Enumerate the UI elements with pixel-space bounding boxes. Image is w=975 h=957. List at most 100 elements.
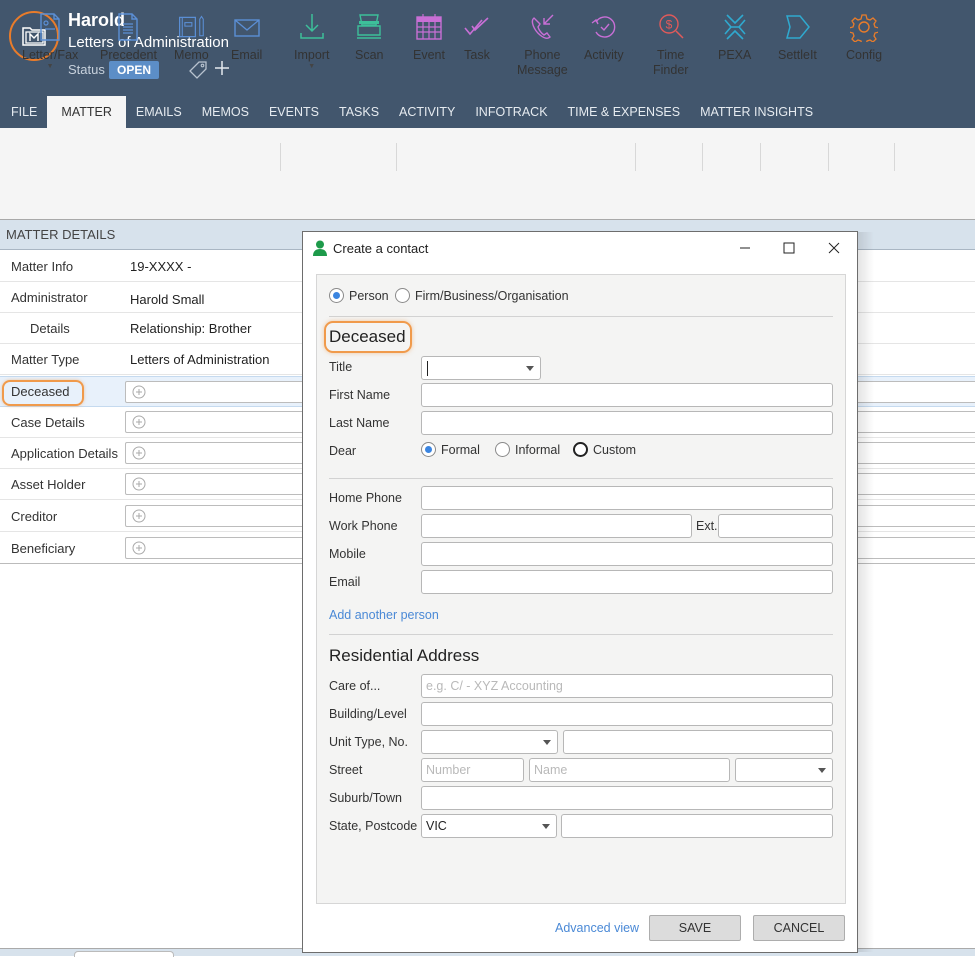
add-another-person-link[interactable]: Add another person	[329, 608, 439, 622]
memo-label: Memo	[174, 48, 209, 62]
ribbon-separator	[702, 143, 703, 171]
pexa-label: PEXA	[718, 48, 752, 62]
radio-dear-custom[interactable]: Custom	[573, 442, 636, 457]
settleit-button[interactable]: SettleIt	[778, 12, 817, 63]
divider	[329, 478, 833, 479]
phone-message-label: Phone Message	[517, 48, 568, 78]
time-finder-label-line1: Time	[657, 48, 685, 62]
bottom-tab[interactable]	[74, 951, 174, 957]
mobile-label: Mobile	[329, 547, 366, 561]
cancel-button[interactable]: CANCEL	[753, 915, 845, 941]
radio-firm[interactable]: Firm/Business/Organisation	[395, 288, 569, 303]
event-button[interactable]: Event	[413, 12, 445, 63]
street-number-input[interactable]: Number	[421, 758, 524, 782]
plus-circle-icon	[132, 509, 146, 523]
email-button[interactable]: Email	[231, 12, 262, 63]
save-button[interactable]: SAVE	[649, 915, 741, 941]
section-address-title: Residential Address	[329, 646, 480, 665]
tab-matter-insights[interactable]: MATTER INSIGHTS	[690, 96, 823, 128]
task-button[interactable]: Task	[463, 12, 491, 63]
tab-memos[interactable]: MEMOS	[192, 96, 259, 128]
title-label: Title	[329, 360, 353, 374]
home-phone-input[interactable]	[421, 486, 833, 510]
unit-type-select[interactable]	[421, 730, 558, 754]
memo-button[interactable]: Memo	[174, 12, 209, 63]
close-button[interactable]	[822, 238, 846, 258]
first-name-label: First Name	[329, 388, 391, 402]
suburb-input[interactable]	[421, 786, 833, 810]
section-deceased-title: Deceased	[329, 327, 406, 346]
detail-value: Relationship: Brother	[130, 321, 252, 336]
minimize-button[interactable]	[733, 238, 757, 258]
state-select[interactable]: VIC	[421, 814, 557, 838]
advanced-view-link[interactable]: Advanced view	[555, 921, 639, 935]
radio-label: Formal	[441, 442, 480, 457]
ribbon-separator	[280, 143, 281, 171]
mobile-input[interactable]	[421, 542, 833, 566]
street-name-input[interactable]: Name	[529, 758, 730, 782]
phone-message-label-line2: Message	[517, 63, 568, 77]
precedent-button[interactable]: Precedent	[100, 12, 157, 63]
task-label: Task	[464, 48, 490, 62]
add-tag-icon[interactable]	[213, 59, 231, 77]
contact-form: Person Firm/Business/Organisation Deceas…	[316, 274, 846, 904]
pexa-button[interactable]: PEXA	[718, 12, 751, 63]
radio-dear-informal[interactable]: Informal	[495, 442, 560, 457]
tab-infotrack[interactable]: INFOTRACK	[465, 96, 557, 128]
tag-icon[interactable]	[188, 60, 208, 80]
tab-activity[interactable]: ACTIVITY	[389, 96, 465, 128]
phone-message-button[interactable]: Phone Message	[517, 12, 568, 78]
radio-dot-selected	[421, 442, 436, 457]
ext-input[interactable]	[718, 514, 833, 538]
building-input[interactable]	[421, 702, 833, 726]
unit-label: Unit Type, No.	[329, 735, 408, 749]
plus-circle-icon	[132, 415, 146, 429]
unit-number-input[interactable]	[563, 730, 833, 754]
first-name-input[interactable]	[421, 383, 833, 407]
postcode-input[interactable]	[561, 814, 833, 838]
activity-button[interactable]: Activity	[584, 12, 624, 63]
tab-tasks[interactable]: TASKS	[329, 96, 389, 128]
street-type-select[interactable]	[735, 758, 833, 782]
time-finder-button[interactable]: $ Time Finder	[653, 12, 688, 78]
work-phone-input[interactable]	[421, 514, 692, 538]
ribbon-toolbar	[0, 128, 975, 220]
letter-fax-button[interactable]: Letter/Fax ▼	[22, 12, 78, 71]
activity-label: Activity	[584, 48, 624, 62]
detail-key: Matter Type	[11, 352, 80, 367]
radio-dear-formal[interactable]: Formal	[421, 442, 480, 457]
detail-value: Harold Small	[130, 292, 205, 307]
letter-icon	[40, 13, 60, 41]
settleit-arrow-icon	[786, 15, 811, 39]
status-badge[interactable]: OPEN	[109, 61, 160, 79]
tab-matter[interactable]: MATTER	[47, 96, 126, 128]
detail-key: Creditor	[11, 509, 58, 524]
detail-key: Deceased	[11, 384, 70, 399]
time-finder-label-line2: Finder	[653, 63, 689, 77]
import-label: Import	[294, 48, 330, 62]
detail-key: Details	[30, 321, 70, 336]
last-name-input[interactable]	[421, 411, 833, 435]
radio-label: Custom	[593, 442, 637, 457]
maximize-button[interactable]	[777, 238, 801, 258]
scanner-icon	[357, 14, 382, 39]
care-of-input[interactable]: e.g. C/ - XYZ Accounting	[421, 674, 833, 698]
tab-emails[interactable]: EMAILS	[126, 96, 192, 128]
import-button[interactable]: Import ▼	[294, 12, 329, 71]
settleit-label: SettleIt	[778, 48, 817, 62]
tab-time-expenses[interactable]: TIME & EXPENSES	[558, 96, 691, 128]
scan-button[interactable]: Scan	[355, 12, 384, 63]
pexa-logo-icon	[724, 14, 746, 40]
create-contact-dialog: Create a contact Person Firm/Business/Or…	[302, 231, 858, 953]
tab-events[interactable]: EVENTS	[259, 96, 329, 128]
ribbon-separator	[828, 143, 829, 171]
config-button[interactable]: Config	[846, 12, 882, 63]
ext-label: Ext.	[696, 519, 718, 533]
title-select[interactable]	[421, 356, 541, 380]
plus-circle-icon	[132, 541, 146, 555]
radio-person[interactable]: Person	[329, 288, 389, 303]
divider	[329, 634, 833, 635]
tab-file[interactable]: FILE	[0, 96, 47, 128]
event-label: Event	[413, 48, 445, 62]
email-input[interactable]	[421, 570, 833, 594]
